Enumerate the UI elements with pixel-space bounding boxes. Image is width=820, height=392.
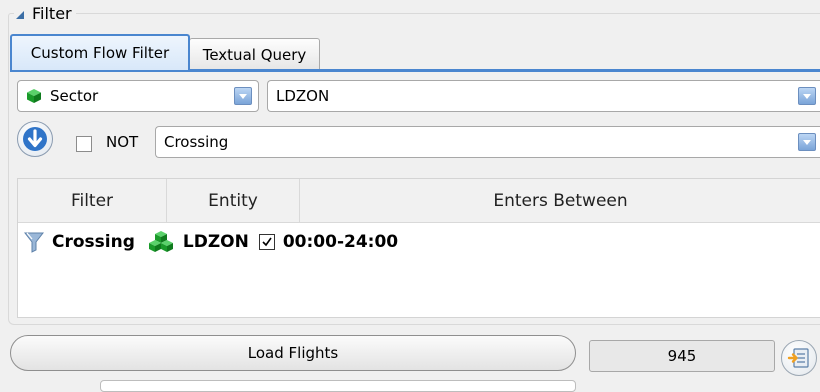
add-filter-button[interactable] [17, 121, 53, 157]
time-cell: 00:00-24:00 [258, 232, 399, 252]
entity-type-value: Sector [50, 87, 99, 105]
row-enabled-checkbox[interactable] [258, 234, 275, 250]
table-row[interactable]: Crossing LDZON 00:00-24:00 [18, 224, 820, 260]
column-header-entity[interactable]: Entity [166, 179, 299, 223]
condition-value: Crossing [164, 133, 229, 151]
load-flights-button[interactable]: Load Flights [10, 335, 576, 371]
tab-textual-query[interactable]: Textual Query [189, 38, 320, 70]
entity-type-dropdown-icon[interactable] [234, 87, 252, 105]
filter-name: Crossing [52, 232, 135, 252]
collapse-arrow-icon[interactable] [16, 11, 24, 19]
checkmark-icon [262, 237, 272, 247]
time-range: 00:00-24:00 [282, 232, 399, 252]
tab-custom-flow-filter[interactable]: Custom Flow Filter [10, 34, 190, 70]
condition-select[interactable]: Crossing [155, 126, 820, 158]
condition-dropdown-icon[interactable] [798, 133, 816, 151]
sector-cluster-icon [148, 231, 173, 252]
column-header-filter[interactable]: Filter [18, 179, 166, 223]
column-header-enters-between[interactable]: Enters Between [299, 179, 820, 223]
table-header: Filter Entity Enters Between [18, 179, 820, 223]
entity-type-select[interactable]: Sector [17, 80, 259, 112]
green-cube-icon [27, 89, 41, 103]
entity-name-select[interactable]: LDZON [267, 80, 820, 112]
filter-group-title: Filter [32, 3, 72, 23]
filter-group-header[interactable]: Filter [14, 2, 76, 24]
flight-count-field: 945 [589, 340, 775, 372]
entity-cell: LDZON [147, 230, 249, 254]
export-button[interactable] [781, 340, 817, 376]
entity-name: LDZON [182, 232, 249, 252]
not-label: NOT [106, 133, 139, 151]
entity-name-dropdown-icon[interactable] [798, 87, 816, 105]
bottom-field[interactable] [100, 380, 576, 392]
filter-cell: Crossing [24, 231, 135, 253]
entity-name-value: LDZON [276, 87, 330, 105]
not-checkbox[interactable] [76, 136, 92, 152]
filter-table: Filter Entity Enters Between Crossing LD… [17, 178, 820, 318]
export-list-icon [787, 348, 809, 368]
funnel-icon [24, 232, 44, 253]
arrow-down-icon [23, 127, 47, 151]
